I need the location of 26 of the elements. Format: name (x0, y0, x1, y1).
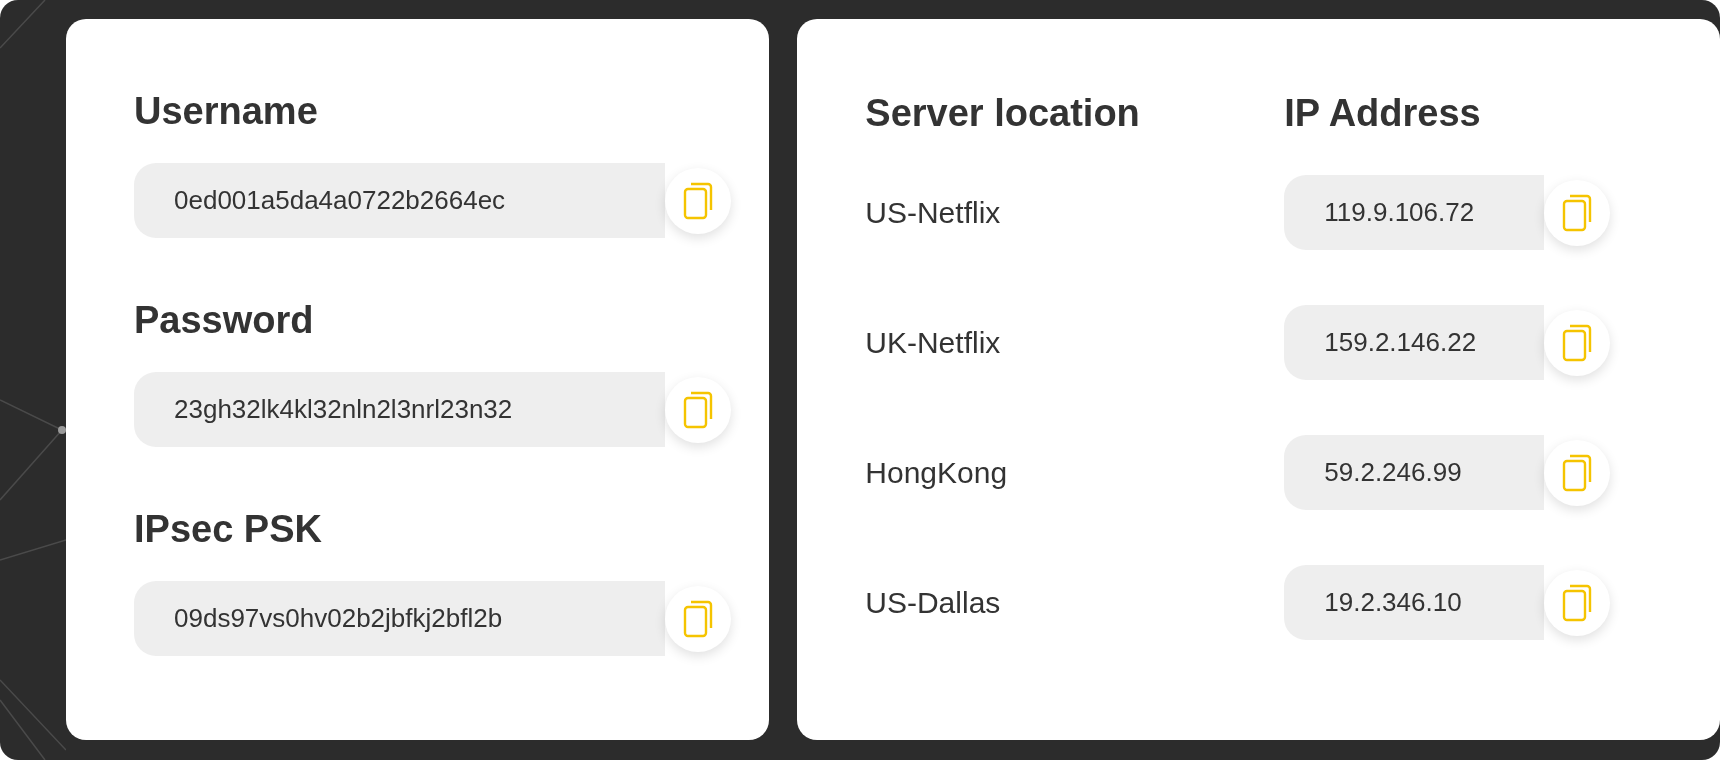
copy-icon (1562, 193, 1593, 232)
column-header: IP Address (1284, 91, 1482, 135)
copy-icon (683, 390, 713, 429)
copy-icon (683, 599, 713, 638)
value-field: 23gh32lk4kl32nln2l3nrl23n32 (134, 372, 665, 447)
copy-icon (683, 181, 713, 220)
server-location: US-Netflix (865, 195, 1002, 231)
field-label: Username (134, 89, 319, 133)
value-field: 119.9.106.72 (1284, 175, 1545, 250)
field-label: IPsec PSK (134, 507, 323, 551)
server-location: HongKong (865, 455, 1009, 491)
server-location: UK-Netflix (865, 325, 1002, 361)
column-header: Server location (865, 91, 1141, 135)
copy-button[interactable] (665, 585, 731, 652)
copy-icon (1562, 323, 1593, 362)
server-location: US-Dallas (865, 585, 1002, 621)
value-field: 19.2.346.10 (1284, 565, 1545, 640)
copy-icon (1562, 453, 1593, 492)
value-field: 0ed001a5da4a0722b2664ec (134, 163, 665, 238)
value-field: 159.2.146.22 (1284, 305, 1545, 380)
copy-button[interactable] (665, 376, 731, 443)
value-field: 59.2.246.99 (1284, 435, 1545, 510)
value-field: 09ds97vs0hv02b2jbfkj2bfl2b (134, 581, 665, 656)
copy-icon (1562, 583, 1593, 622)
copy-button[interactable] (665, 167, 731, 234)
field-label: Password (134, 298, 315, 342)
